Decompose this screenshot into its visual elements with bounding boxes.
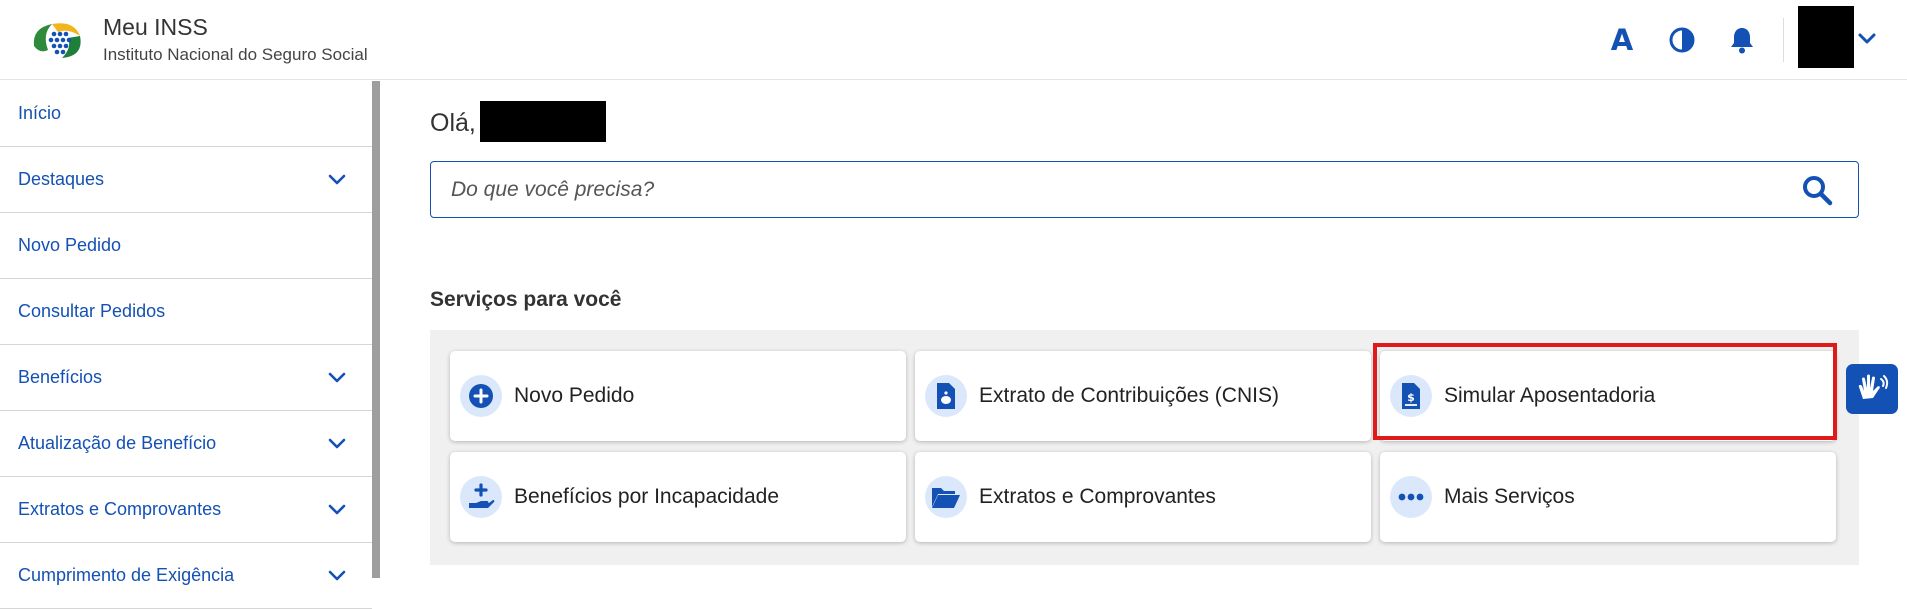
- service-card-label: Novo Pedido: [514, 384, 635, 407]
- contrast-icon: [1669, 27, 1695, 53]
- font-size-icon: A: [1610, 23, 1634, 57]
- ellipsis-icon: [1390, 476, 1432, 518]
- sidebar-item-consultar-pedidos[interactable]: Consultar Pedidos: [0, 279, 372, 345]
- sidebar-scrollbar[interactable]: [372, 81, 380, 578]
- top-header: Meu INSS Instituto Nacional do Seguro So…: [0, 0, 1907, 80]
- sidebar-item-novo-pedido[interactable]: Novo Pedido: [0, 213, 372, 279]
- app-title: Meu INSS: [103, 14, 208, 40]
- sidebar-item-destaques[interactable]: Destaques: [0, 147, 372, 213]
- chevron-down-icon: [328, 174, 346, 185]
- header-divider: [1783, 18, 1784, 62]
- sidebar-item-inicio[interactable]: Início: [0, 81, 372, 147]
- service-card-label: Benefícios por Incapacidade: [514, 485, 780, 508]
- search-input[interactable]: [451, 162, 1751, 217]
- folder-open-icon: [925, 476, 967, 518]
- notifications-button[interactable]: [1724, 22, 1760, 58]
- greeting-text: Olá,: [430, 109, 476, 137]
- sidebar-item-label: Extratos e Comprovantes: [18, 499, 222, 519]
- sidebar-item-label: Novo Pedido: [18, 235, 122, 255]
- document-dollar-icon: $: [1390, 375, 1432, 417]
- section-title: Serviços para você: [430, 288, 622, 311]
- chevron-down-icon: [328, 504, 346, 515]
- search-box: [430, 161, 1859, 218]
- sign-language-icon: [1858, 374, 1889, 399]
- sidebar-item-label: Consultar Pedidos: [18, 301, 166, 321]
- hand-plus-icon: [460, 476, 502, 518]
- user-name-redacted: [480, 101, 606, 142]
- svg-text:$: $: [1407, 391, 1415, 404]
- sidebar-item-label: Atualização de Benefício: [18, 433, 217, 453]
- sidebar-item-label: Início: [18, 103, 62, 123]
- sidebar-item-label: Destaques: [18, 169, 105, 189]
- font-size-button[interactable]: A: [1604, 22, 1640, 58]
- bell-icon: [1731, 28, 1753, 54]
- sidebar-item-atualizacao-beneficio[interactable]: Atualização de Benefício: [0, 411, 372, 477]
- service-card-label: Extrato de Contribuições (CNIS): [979, 384, 1279, 407]
- search-icon[interactable]: [1801, 174, 1833, 206]
- service-card-extratos-comprovantes[interactable]: Extratos e Comprovantes: [915, 452, 1371, 542]
- app-subtitle: Instituto Nacional do Seguro Social: [103, 45, 368, 64]
- inss-logo: [33, 23, 81, 58]
- sidebar-item-cumprimento-exigencia[interactable]: Cumprimento de Exigência: [0, 543, 372, 609]
- sidebar-item-label: Benefícios: [18, 367, 103, 387]
- chevron-down-icon: [328, 570, 346, 581]
- service-card-simular-aposentadoria[interactable]: $ Simular Aposentadoria: [1380, 351, 1836, 441]
- document-piggy-icon: [925, 375, 967, 417]
- service-card-mais-servicos[interactable]: Mais Serviços: [1380, 452, 1836, 542]
- sidebar-item-extratos-comprovantes[interactable]: Extratos e Comprovantes: [0, 477, 372, 543]
- service-card-label: Simular Aposentadoria: [1444, 384, 1656, 407]
- service-card-label: Mais Serviços: [1444, 485, 1575, 508]
- sidebar-menu: Início Destaques Novo Pedido Consultar P…: [0, 81, 373, 609]
- chevron-down-icon: [328, 438, 346, 449]
- sidebar-item-label: Cumprimento de Exigência: [18, 565, 235, 585]
- service-card-novo-pedido[interactable]: Novo Pedido: [450, 351, 906, 441]
- contrast-button[interactable]: [1664, 22, 1700, 58]
- sidebar-item-beneficios[interactable]: Benefícios: [0, 345, 372, 411]
- vlibras-accessibility-button[interactable]: [1846, 364, 1898, 414]
- avatar[interactable]: [1798, 6, 1854, 68]
- chevron-down-icon[interactable]: [1856, 28, 1878, 50]
- chevron-down-icon: [328, 372, 346, 383]
- service-card-extrato-cnis[interactable]: Extrato de Contribuições (CNIS): [915, 351, 1371, 441]
- plus-circle-icon: [460, 375, 502, 417]
- service-card-beneficios-incapacidade[interactable]: Benefícios por Incapacidade: [450, 452, 906, 542]
- service-card-label: Extratos e Comprovantes: [979, 485, 1216, 508]
